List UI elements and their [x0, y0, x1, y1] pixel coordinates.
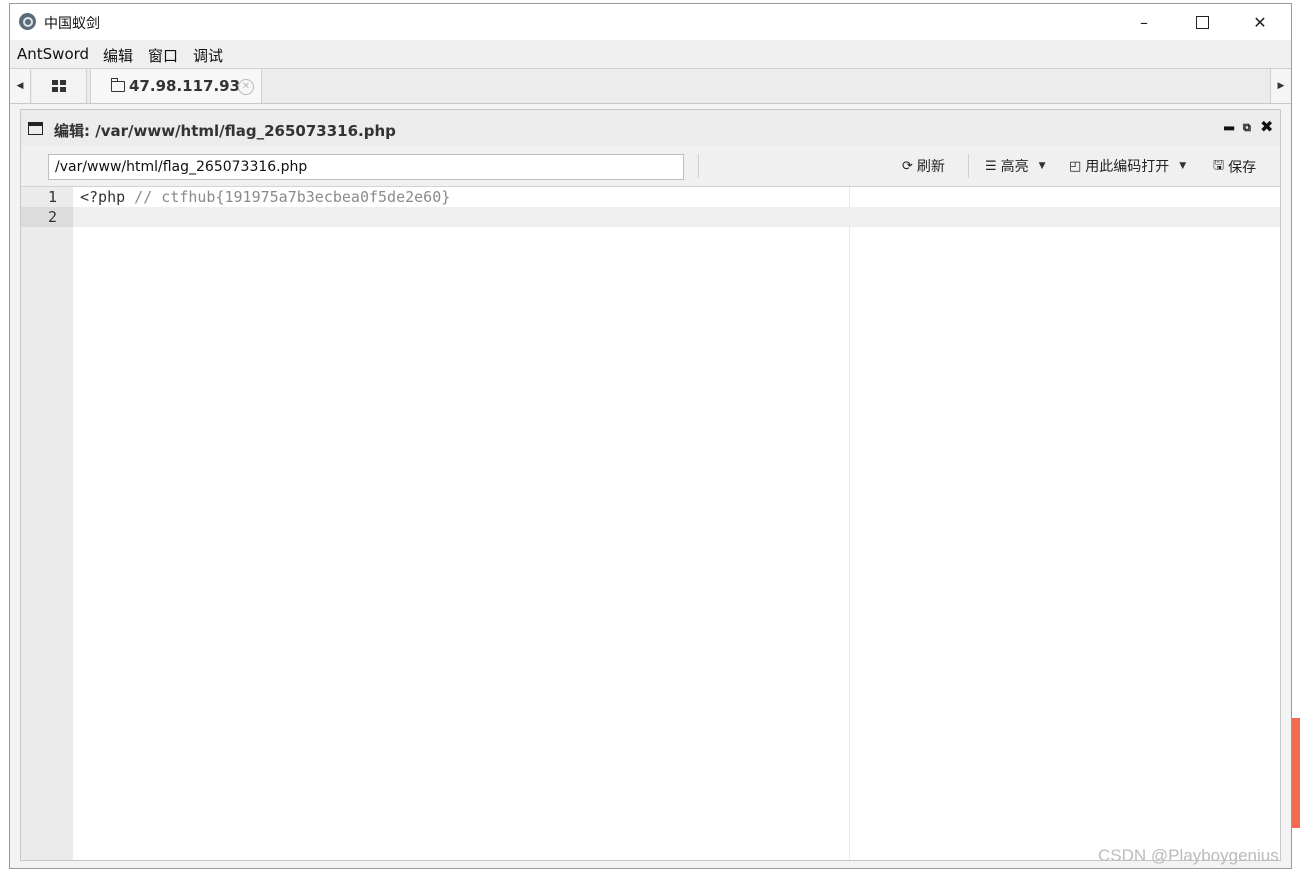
antsword-app-icon — [19, 13, 36, 30]
title-bar[interactable]: 中国蚁剑 – ✕ — [10, 4, 1291, 40]
caret-down-icon: ▼ — [1179, 161, 1187, 171]
print-margin — [849, 187, 850, 860]
line-number: 1 — [47, 188, 57, 206]
refresh-button[interactable]: ⟳ 刷新 — [902, 156, 945, 176]
save-icon: 🖫 — [1213, 158, 1225, 173]
code-line[interactable]: 1 <?php // ctfhub{191975a7b3ecbea0f5de2e… — [21, 187, 1280, 207]
code-line[interactable]: 2 — [21, 207, 1280, 227]
refresh-icon: ⟳ — [902, 158, 913, 174]
background-window-bottom — [0, 868, 1300, 876]
maximize-button[interactable] — [1173, 4, 1231, 40]
editor-panel-header[interactable]: 编辑: /var/www/html/flag_265073316.php ▂ ⧉… — [21, 110, 1280, 147]
php-open-tag: <?php — [80, 188, 126, 206]
save-button[interactable]: 🖫 保存 — [1213, 156, 1256, 178]
maximize-icon — [1195, 15, 1209, 29]
triangle-right-icon: ▶ — [1277, 81, 1285, 91]
tab-close-icon[interactable]: ✕ — [238, 79, 254, 95]
caret-down-icon: ▼ — [1038, 161, 1046, 171]
csdn-watermark: CSDN @Playboygenius — [1098, 846, 1279, 865]
refresh-label: 刷新 — [916, 159, 945, 175]
menu-edit[interactable]: 编辑 — [103, 45, 133, 66]
menu-antsword[interactable]: AntSword — [17, 45, 89, 63]
open-with-encoding-label: 用此编码打开 — [1085, 159, 1170, 175]
tab-bar: ◀ 47.98.117.93 ✕ ▶ — [10, 68, 1291, 104]
close-button[interactable]: ✕ — [1231, 4, 1289, 40]
menu-window[interactable]: 窗口 — [148, 45, 178, 66]
editor-panel-title: 编辑: /var/www/html/flag_265073316.php — [54, 122, 396, 140]
panel-restore-icon[interactable]: ⧉ — [1243, 121, 1251, 135]
window-icon — [28, 122, 43, 135]
minimize-icon: – — [1140, 12, 1148, 32]
menu-bar: AntSword 编辑 窗口 调试 — [10, 40, 1291, 68]
highlight-label: 高亮 — [1000, 159, 1029, 175]
antsword-window: 中国蚁剑 – ✕ AntSword 编辑 窗口 调试 ◀ 47.98.117.9… — [9, 3, 1292, 869]
toolbar-divider — [698, 154, 699, 178]
editor-panel: 编辑: /var/www/html/flag_265073316.php ▂ ⧉… — [20, 109, 1281, 861]
code-editor[interactable]: 1 <?php // ctfhub{191975a7b3ecbea0f5de2e… — [21, 187, 1280, 860]
panel-close-icon[interactable]: ✖ — [1260, 117, 1273, 136]
editor-toolbar: ⟳ 刷新 ☰ 高亮 ▼ ◰ 用此编码打开 ▼ 🖫 保存 — [21, 146, 1280, 187]
close-icon: ✕ — [1253, 12, 1267, 32]
translate-icon: ◰ — [1069, 158, 1082, 174]
toolbar-divider — [968, 154, 969, 178]
tab-home[interactable] — [32, 69, 87, 103]
file-path-input[interactable] — [48, 154, 684, 180]
tab-scroll-right-button[interactable]: ▶ — [1270, 69, 1291, 103]
tab-scroll-left-button[interactable]: ◀ — [10, 69, 31, 103]
menu-debug[interactable]: 调试 — [193, 45, 223, 66]
tab-host[interactable]: 47.98.117.93 ✕ — [90, 69, 262, 103]
minimize-button[interactable]: – — [1115, 4, 1173, 40]
code-comment: // ctfhub{191975a7b3ecbea0f5de2e60} — [125, 188, 451, 206]
save-label: 保存 — [1228, 160, 1257, 176]
window-title: 中国蚁剑 — [44, 16, 100, 32]
panel-minimize-icon[interactable]: ▂ — [1224, 116, 1234, 131]
highlight-dropdown[interactable]: ☰ 高亮 ▼ — [985, 156, 1046, 176]
list-icon: ☰ — [985, 158, 997, 174]
open-with-encoding-dropdown[interactable]: ◰ 用此编码打开 ▼ — [1069, 156, 1186, 176]
folder-icon — [111, 78, 125, 92]
grid-icon — [52, 80, 66, 92]
tab-host-label: 47.98.117.93 — [129, 77, 241, 95]
line-number: 2 — [47, 208, 57, 226]
line-content: <?php // ctfhub{191975a7b3ecbea0f5de2e60… — [80, 187, 450, 207]
line-number-gutter — [21, 187, 73, 860]
triangle-left-icon: ◀ — [16, 81, 24, 91]
